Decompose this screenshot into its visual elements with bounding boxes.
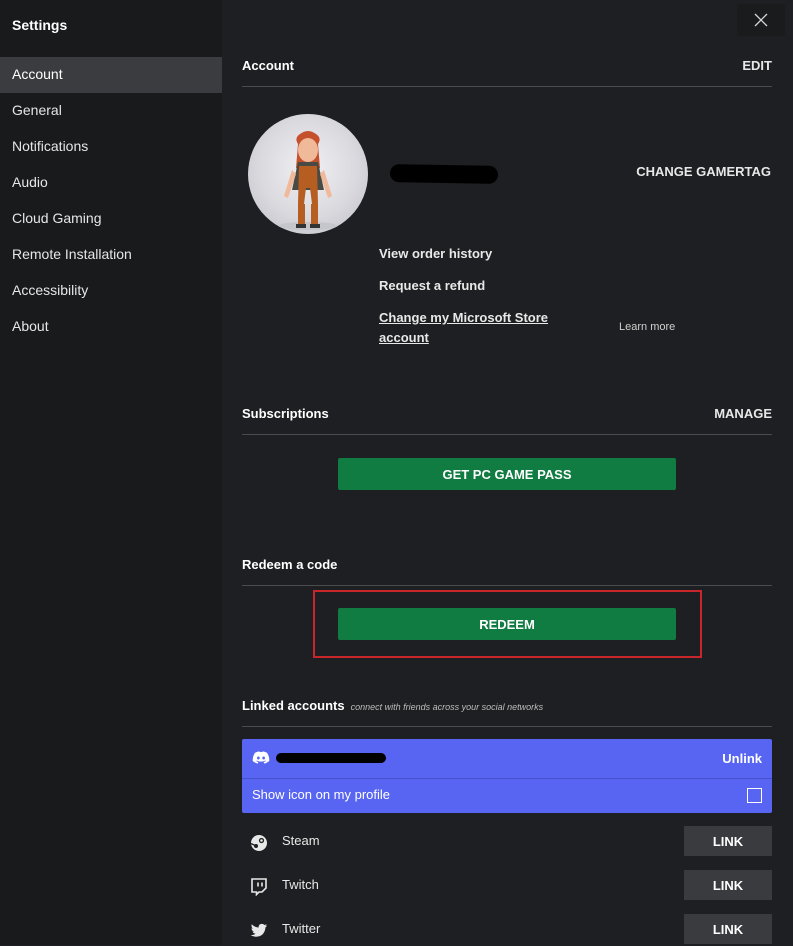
change-microsoft-store-account-link[interactable]: Change my Microsoft Store account	[379, 308, 569, 348]
sidebar-nav: Account General Notifications Audio Clou…	[0, 57, 222, 345]
twitch-label: Twitch	[282, 877, 319, 892]
discord-account-row: Unlink	[242, 739, 772, 779]
settings-sidebar: Settings Account General Notifications A…	[0, 0, 222, 945]
redeem-section-title: Redeem a code	[242, 557, 338, 572]
discord-unlink-button[interactable]: Unlink	[722, 751, 762, 766]
gamertag-redacted	[389, 164, 499, 184]
sidebar-item-account[interactable]: Account	[0, 57, 222, 93]
close-icon	[754, 13, 768, 27]
sidebar-item-cloud-gaming[interactable]: Cloud Gaming	[0, 201, 222, 237]
twitter-linked-row: Twitter LINK	[242, 914, 772, 946]
sidebar-item-general[interactable]: General	[0, 93, 222, 129]
sidebar-item-accessibility[interactable]: Accessibility	[0, 273, 222, 309]
discord-linked-account: Unlink Show icon on my profile	[242, 739, 772, 813]
sidebar-title: Settings	[12, 17, 68, 33]
linked-accounts-subtitle: connect with friends across your social …	[350, 702, 544, 712]
twitter-link-button[interactable]: LINK	[684, 914, 772, 944]
linked-accounts-title: Linked accounts	[242, 698, 345, 713]
twitch-link-button[interactable]: LINK	[684, 870, 772, 900]
show-icon-on-profile-checkbox[interactable]	[747, 788, 762, 803]
show-icon-on-profile-label: Show icon on my profile	[252, 787, 391, 802]
settings-main-panel: Account EDIT CHANGE GAMERTAG View order …	[222, 0, 793, 945]
change-store-text-line2: account	[379, 330, 429, 345]
request-refund-link[interactable]: Request a refund	[379, 278, 485, 293]
steam-label: Steam	[282, 833, 320, 848]
account-section-header: Account EDIT	[242, 58, 772, 87]
redeem-section-header: Redeem a code	[242, 557, 772, 586]
get-pc-game-pass-button[interactable]: GET PC GAME PASS	[338, 458, 676, 490]
redeem-button[interactable]: REDEEM	[338, 608, 676, 640]
avatar[interactable]	[248, 114, 368, 234]
twitter-label: Twitter	[282, 921, 321, 936]
discord-icon	[252, 751, 270, 764]
change-store-text-line1: Change my Microsoft Store	[379, 310, 549, 325]
close-button[interactable]	[737, 4, 785, 36]
twitch-icon	[251, 878, 267, 896]
sidebar-item-notifications[interactable]: Notifications	[0, 129, 222, 165]
linked-accounts-section-title: Linked accounts connect with friends acro…	[242, 698, 543, 713]
steam-icon	[250, 835, 267, 851]
avatar-character	[278, 131, 338, 230]
sidebar-item-remote-installation[interactable]: Remote Installation	[0, 237, 222, 273]
change-gamertag-button[interactable]: CHANGE GAMERTAG	[636, 164, 771, 179]
view-order-history-link[interactable]: View order history	[379, 246, 492, 261]
subscriptions-section-title: Subscriptions	[242, 406, 329, 421]
twitter-icon	[250, 923, 268, 937]
steam-link-button[interactable]: LINK	[684, 826, 772, 856]
account-section-title: Account	[242, 58, 294, 73]
learn-more-link[interactable]: Learn more	[619, 321, 675, 333]
twitch-linked-row: Twitch LINK	[242, 870, 772, 902]
sidebar-item-about[interactable]: About	[0, 309, 222, 345]
steam-linked-row: Steam LINK	[242, 826, 772, 858]
subscriptions-section-header: Subscriptions MANAGE	[242, 406, 772, 435]
edit-button[interactable]: EDIT	[742, 58, 772, 73]
sidebar-item-audio[interactable]: Audio	[0, 165, 222, 201]
discord-username-redacted	[276, 753, 386, 763]
manage-button[interactable]: MANAGE	[714, 406, 772, 421]
linked-accounts-section-header: Linked accounts connect with friends acro…	[242, 698, 772, 727]
